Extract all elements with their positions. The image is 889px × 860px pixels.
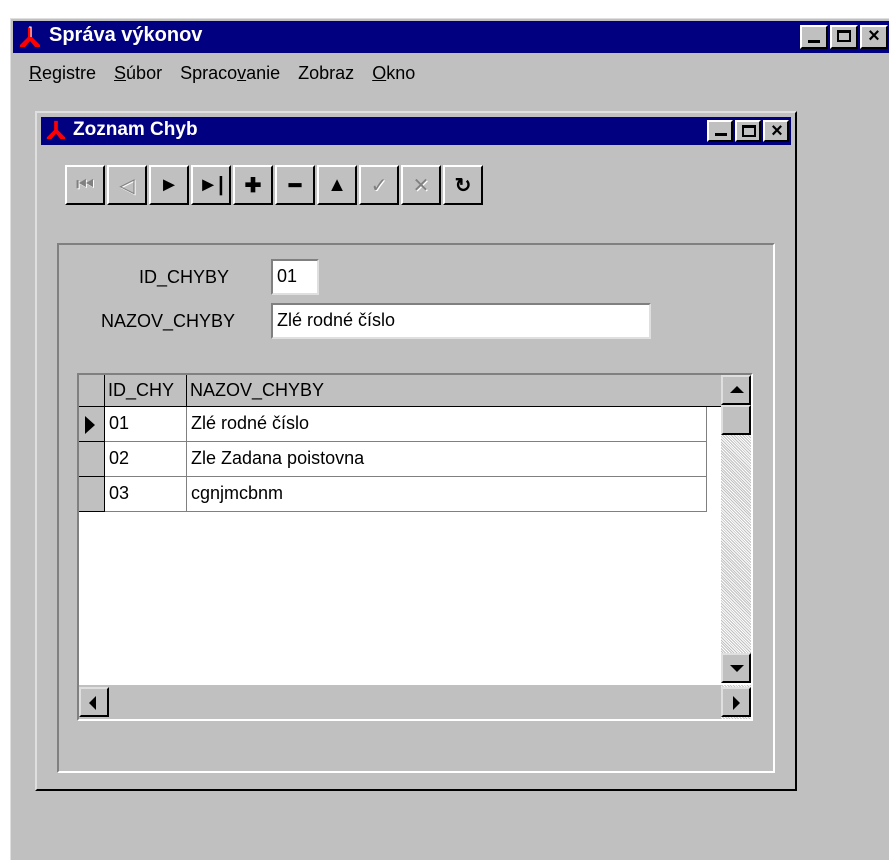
row-indicator[interactable]: [79, 477, 105, 512]
child-window-title: Zoznam Chyb: [73, 119, 198, 140]
menu-bar: Registre Súbor Spracovanie Zobraz Okno: [29, 63, 433, 84]
delete-record-icon: ━: [288, 174, 302, 197]
child-title-bar[interactable]: Zoznam Chyb ×: [41, 117, 791, 145]
prior-record-icon: ◁: [119, 174, 135, 197]
main-window: Správa výkonov × Registre Súbor Spracovani…: [10, 18, 889, 860]
delete-record-button[interactable]: ━: [275, 165, 315, 205]
arrow-left-icon: [89, 696, 96, 710]
nazov-chyby-field[interactable]: Zlé rodné číslo: [271, 303, 651, 339]
arrow-up-icon: [730, 386, 744, 393]
current-row-pointer-icon: [85, 416, 95, 434]
menu-item-spracovanie[interactable]: Spracovanie: [180, 63, 280, 84]
app-logo-icon: [18, 25, 42, 49]
menu-item-registre[interactable]: Registre: [29, 63, 96, 84]
cell-nazov[interactable]: Zlé rodné číslo: [187, 407, 707, 442]
menu-label-part: kno: [386, 63, 416, 83]
row-indicator[interactable]: [79, 407, 105, 442]
prior-record-button[interactable]: ◁: [107, 165, 147, 205]
menu-item-okno[interactable]: Okno: [372, 63, 415, 84]
minimize-icon: [808, 40, 820, 43]
first-record-icon: ⏮: [76, 173, 94, 196]
minimize-icon: [715, 133, 727, 136]
window-title: Správa výkonov: [49, 24, 203, 46]
insert-record-icon: ✚: [244, 174, 262, 197]
menu-accelerator: v: [237, 63, 247, 83]
table-row[interactable]: 03 cgnjmcbnm: [79, 477, 707, 512]
table-row[interactable]: 01 Zlé rodné číslo: [79, 407, 707, 442]
nazov-chyby-label: NAZOV_CHYBY: [101, 311, 236, 331]
id-chyby-field[interactable]: 01: [271, 259, 319, 295]
refresh-button[interactable]: ↻: [443, 165, 483, 205]
last-record-icon: ►|: [198, 173, 224, 196]
db-navigator: ⏮ ◁ ► ►| ✚ ━ ▲ ✓ ✕ ↻: [65, 165, 483, 205]
next-record-button[interactable]: ►: [149, 165, 189, 205]
column-header-nazov[interactable]: NAZOV_CHYBY: [187, 375, 723, 407]
minimize-button[interactable]: [800, 25, 828, 49]
maximize-icon: [837, 30, 851, 42]
menu-label-part: anie: [246, 63, 281, 83]
cell-id[interactable]: 03: [105, 477, 187, 512]
child-maximize-button[interactable]: [735, 120, 761, 142]
maximize-icon: [742, 125, 756, 137]
first-record-button[interactable]: ⏮: [65, 165, 105, 205]
maximize-button[interactable]: [830, 25, 858, 49]
menu-accelerator: O: [372, 63, 387, 83]
post-record-icon: ✓: [370, 174, 388, 197]
close-icon: ×: [868, 25, 880, 47]
edit-record-icon: ▲: [327, 173, 347, 196]
menu-accelerator: S: [114, 63, 127, 83]
grid-corner: [79, 375, 105, 407]
child-close-button[interactable]: ×: [763, 120, 789, 142]
last-record-button[interactable]: ►|: [191, 165, 231, 205]
grid-header: ID_CHY NAZOV_CHYBY: [79, 375, 723, 407]
cell-nazov[interactable]: Zle Zadana poistovna: [187, 442, 707, 477]
arrow-right-icon: [733, 696, 740, 710]
column-header-id[interactable]: ID_CHY: [105, 375, 187, 407]
app-logo-icon: [45, 119, 67, 141]
row-indicator[interactable]: [79, 442, 105, 477]
cell-id[interactable]: 02: [105, 442, 187, 477]
scroll-thumb[interactable]: [721, 405, 751, 435]
menu-label-part: úbor: [126, 63, 163, 83]
close-button[interactable]: ×: [860, 25, 888, 49]
insert-record-button[interactable]: ✚: [233, 165, 273, 205]
scroll-corner: [721, 685, 751, 719]
post-record-button[interactable]: ✓: [359, 165, 399, 205]
arrow-down-icon: [730, 665, 744, 672]
menu-label-part: Spraco: [180, 63, 238, 83]
scroll-left-button[interactable]: [79, 687, 109, 717]
data-grid: ID_CHY NAZOV_CHYBY 01 Zlé rodné číslo 02 Zl…: [77, 373, 753, 721]
edit-record-button[interactable]: ▲: [317, 165, 357, 205]
cancel-edit-button[interactable]: ✕: [401, 165, 441, 205]
scroll-up-button[interactable]: [721, 375, 751, 405]
zoznam-chyb-window: Zoznam Chyb × ⏮ ◁ ► ►| ✚ ━ ▲ ✓ ✕ ↻ ID_CHYBY 01 NA…: [35, 111, 797, 791]
scroll-right-button[interactable]: [721, 687, 751, 717]
menu-label-part: Zobraz: [298, 63, 355, 83]
horizontal-scrollbar[interactable]: [79, 685, 723, 719]
menu-label-part: egistre: [42, 63, 97, 83]
record-panel: ID_CHYBY 01 NAZOV_CHYBY Zlé rodné číslo …: [57, 243, 775, 773]
table-row[interactable]: 02 Zle Zadana poistovna: [79, 442, 707, 477]
vertical-scrollbar[interactable]: [721, 375, 751, 683]
menu-accelerator: R: [29, 63, 42, 83]
cell-id[interactable]: 01: [105, 407, 187, 442]
menu-item-zobraz[interactable]: Zobraz: [298, 63, 354, 84]
cell-nazov[interactable]: cgnjmcbnm: [187, 477, 707, 512]
main-title-bar[interactable]: Správa výkonov ×: [13, 21, 889, 53]
close-icon: ×: [771, 120, 783, 142]
child-minimize-button[interactable]: [707, 120, 733, 142]
scroll-down-button[interactable]: [721, 653, 751, 683]
id-chyby-label: ID_CHYBY: [139, 267, 230, 287]
cancel-edit-icon: ✕: [412, 174, 430, 197]
refresh-icon: ↻: [454, 174, 472, 197]
menu-item-súbor[interactable]: Súbor: [114, 63, 162, 84]
next-record-icon: ►: [159, 173, 179, 196]
